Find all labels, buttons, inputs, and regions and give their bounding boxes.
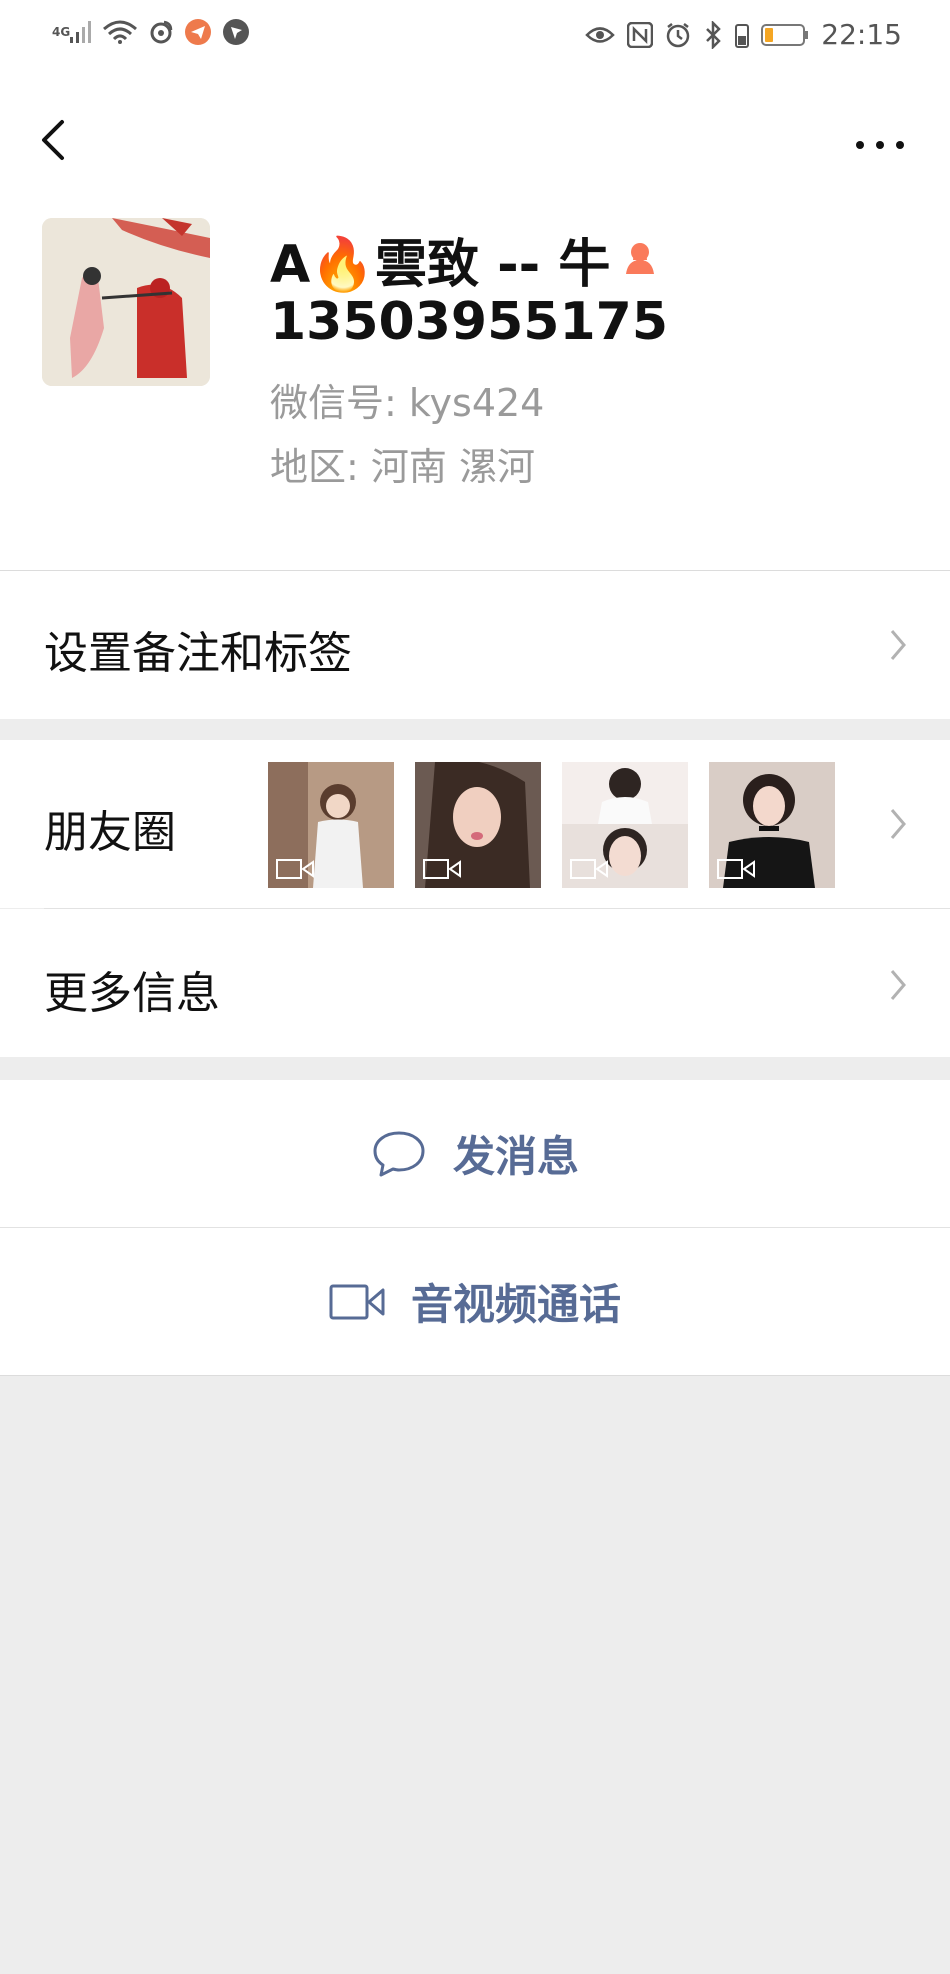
wechat-id: 微信号: kys424: [270, 381, 545, 425]
moments-thumbnails: [268, 762, 835, 888]
remark-tags-label: 设置备注和标签: [44, 628, 352, 679]
female-icon: [620, 238, 660, 282]
vibrate-battery-icon: [735, 22, 750, 48]
send-message-button[interactable]: 发消息: [0, 1080, 950, 1227]
more-dots-icon: [856, 141, 904, 149]
name-line: A🔥雲致 -- 牛: [270, 222, 660, 297]
chevron-right-icon: [890, 809, 906, 839]
moments-thumbnail: [562, 762, 688, 888]
moments-item[interactable]: 朋友圈: [0, 740, 950, 908]
weibo-icon: [148, 19, 174, 45]
battery-icon: [761, 23, 809, 47]
more-info-label: 更多信息: [44, 968, 220, 1019]
remark-tags-item[interactable]: 设置备注和标签: [0, 571, 950, 719]
clock: 22:15: [821, 18, 902, 51]
network-type: 4G: [52, 25, 71, 39]
moments-thumbnail: [709, 762, 835, 888]
profile-header: A🔥雲致 -- 牛 13503955175 微信号: kys424 地区: 河南…: [0, 72, 950, 570]
video-call-button[interactable]: 音视频通话: [0, 1228, 950, 1375]
more-options-button[interactable]: [850, 130, 910, 160]
video-call-label: 音视频通话: [410, 1280, 621, 1329]
video-icon: [276, 859, 314, 879]
alarm-icon: [665, 22, 691, 48]
moments-thumbnail: [415, 762, 541, 888]
avatar[interactable]: [42, 218, 210, 386]
video-icon: [570, 859, 608, 879]
status-right: 22:15: [585, 18, 902, 51]
back-button[interactable]: [34, 110, 74, 170]
eye-comfort-icon: [585, 24, 616, 46]
back-arrow-icon: [42, 120, 64, 160]
video-icon: [423, 859, 461, 879]
video-icon: [717, 859, 755, 879]
display-name: A🔥雲致 -- 牛: [270, 235, 611, 295]
chat-bubble-icon: [373, 1131, 425, 1176]
divider: [0, 1375, 950, 1376]
moments-thumbnail: [268, 762, 394, 888]
phone-number: 13503955175: [270, 292, 668, 352]
more-info-item[interactable]: 更多信息: [0, 909, 950, 1057]
status-left: 4G: [52, 18, 250, 46]
app-notification-icon: [184, 18, 212, 46]
nfc-icon: [627, 21, 654, 48]
bluetooth-icon: [703, 20, 723, 49]
chevron-right-icon: [890, 970, 906, 1000]
status-bar: 4G 22:15: [0, 0, 950, 72]
wifi-icon: [102, 19, 138, 45]
send-message-label: 发消息: [452, 1132, 579, 1181]
chevron-right-icon: [890, 630, 906, 660]
region: 地区: 河南 漯河: [270, 445, 535, 489]
video-camera-icon: [329, 1284, 385, 1319]
location-arrow-icon: [222, 18, 250, 46]
signal-icon: 4G: [52, 19, 92, 45]
moments-label: 朋友圈: [44, 807, 176, 858]
avatar-image: [42, 218, 210, 386]
